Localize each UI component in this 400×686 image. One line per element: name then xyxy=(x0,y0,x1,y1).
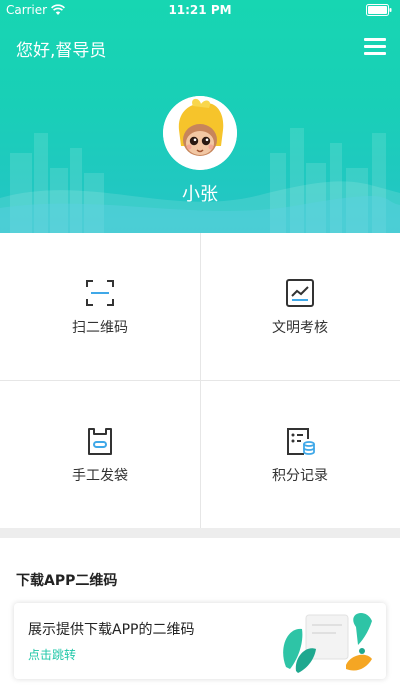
avatar[interactable] xyxy=(163,96,237,170)
grid-item-manual-bag[interactable]: 手工发袋 xyxy=(0,381,200,528)
plant-illustration-icon xyxy=(283,613,372,673)
points-record-icon xyxy=(287,428,315,455)
monkey-avatar-icon xyxy=(163,96,237,170)
status-bar: Carrier 11:21 PM xyxy=(0,0,400,20)
scan-icon xyxy=(86,280,114,306)
assessment-icon xyxy=(286,279,314,307)
status-time: 11:21 PM xyxy=(168,3,232,17)
battery-icon xyxy=(366,4,392,16)
user-name: 小张 xyxy=(182,184,218,205)
grid-item-points-record[interactable]: 积分记录 xyxy=(200,381,400,528)
function-grid: 扫二维码 文明考核 手工发袋 积分记录 xyxy=(0,233,400,528)
bag-icon xyxy=(88,428,112,455)
download-qr-card[interactable]: 展示提供下载APP的二维码 点击跳转 xyxy=(14,603,386,679)
grid-divider-horizontal xyxy=(0,380,400,381)
jump-link[interactable]: 点击跳转 xyxy=(28,646,76,663)
grid-item-label: 扫二维码 xyxy=(72,320,128,336)
grid-item-label: 文明考核 xyxy=(272,320,328,336)
menu-icon[interactable] xyxy=(364,38,386,55)
section-separator xyxy=(0,528,400,538)
grid-item-label: 手工发袋 xyxy=(72,468,128,484)
section-title: 下载APP二维码 xyxy=(16,573,118,589)
card-title: 展示提供下载APP的二维码 xyxy=(28,622,195,638)
grid-item-civility-assessment[interactable]: 文明考核 xyxy=(200,233,400,380)
grid-item-label: 积分记录 xyxy=(272,468,328,484)
grid-item-scan-qr[interactable]: 扫二维码 xyxy=(0,233,200,380)
header: Carrier 11:21 PM 您好,督导员 小张 xyxy=(0,0,400,233)
greeting-text: 您好,督导员 xyxy=(16,41,107,61)
